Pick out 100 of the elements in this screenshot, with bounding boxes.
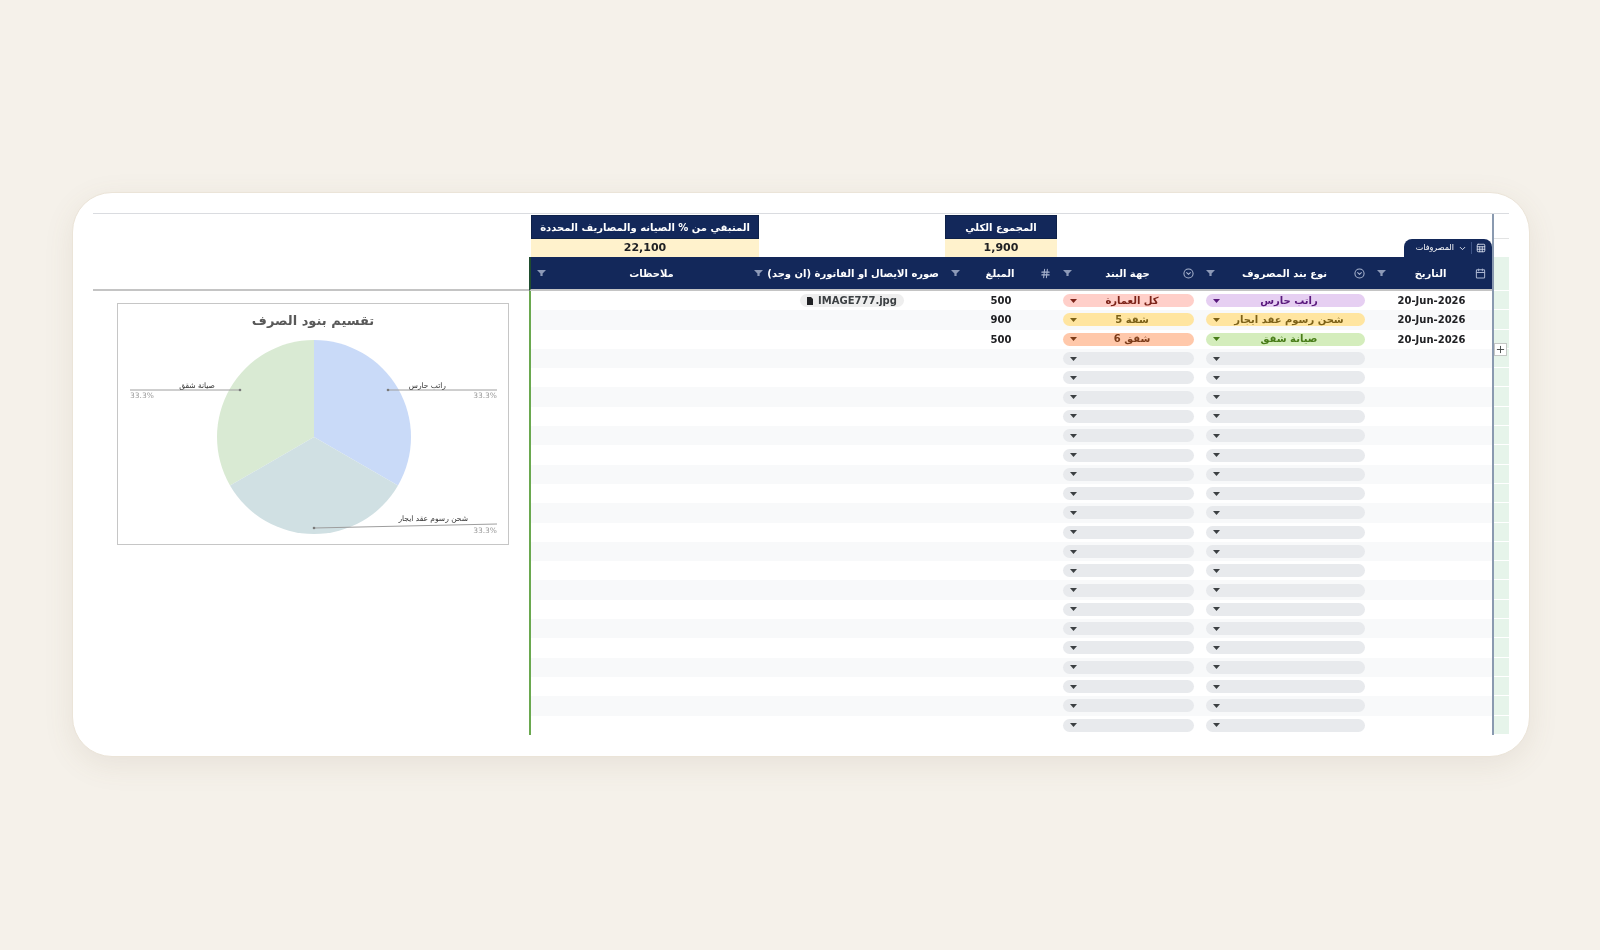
dropdown-chip[interactable] bbox=[1206, 718, 1365, 732]
dropdown-chip[interactable] bbox=[1063, 525, 1194, 539]
chart-title: تقسيم بنود الصرف bbox=[251, 313, 375, 330]
dropdown-chip[interactable] bbox=[1063, 390, 1194, 404]
filter-icon[interactable] bbox=[537, 270, 546, 276]
caret-icon bbox=[1213, 317, 1220, 322]
caret-icon bbox=[1070, 375, 1077, 380]
dropdown-chip[interactable] bbox=[1063, 564, 1194, 578]
dropdown-chip[interactable] bbox=[1063, 371, 1194, 385]
dropdown-chip[interactable] bbox=[1206, 409, 1365, 423]
caret-icon bbox=[1213, 588, 1220, 593]
caret-icon bbox=[1213, 684, 1220, 689]
dropdown-chip[interactable] bbox=[1206, 660, 1365, 674]
sheet-tab[interactable]: المصروفات bbox=[1404, 239, 1492, 257]
dropdown-chip[interactable] bbox=[1063, 699, 1194, 713]
dropdown-chip[interactable]: شحن رسوم عقد ايجار bbox=[1206, 313, 1365, 327]
dropdown-chip[interactable] bbox=[1206, 622, 1365, 636]
amount-text: 500 bbox=[990, 332, 1012, 347]
calendar-icon bbox=[1475, 267, 1486, 279]
dropdown-chip[interactable]: شقة 5 bbox=[1063, 313, 1194, 327]
column-title: ملاحظات bbox=[628, 266, 675, 280]
dropdown-chip[interactable] bbox=[1063, 429, 1194, 443]
dropdown-chip[interactable] bbox=[1063, 660, 1194, 674]
dropdown-chip[interactable] bbox=[1063, 718, 1194, 732]
dropdown-icon bbox=[1183, 267, 1194, 279]
dropdown-chip[interactable] bbox=[1206, 564, 1365, 578]
dropdown-chip[interactable] bbox=[1206, 506, 1365, 520]
caret-icon bbox=[1070, 607, 1077, 612]
dropdown-chip[interactable] bbox=[1206, 699, 1365, 713]
dropdown-chip[interactable] bbox=[1063, 409, 1194, 423]
caret-icon bbox=[1213, 549, 1220, 554]
dropdown-chip[interactable] bbox=[1063, 641, 1194, 655]
caret-icon bbox=[1070, 433, 1077, 438]
caret-icon bbox=[1070, 723, 1077, 728]
filter-icon[interactable] bbox=[1377, 270, 1386, 276]
dropdown-chip[interactable] bbox=[1063, 467, 1194, 481]
date-text: 20-Jun-2026 bbox=[1397, 294, 1466, 309]
caret-icon bbox=[1213, 375, 1220, 380]
dropdown-chip[interactable] bbox=[1206, 429, 1365, 443]
caret-icon bbox=[1213, 626, 1220, 631]
dropdown-chip[interactable] bbox=[1063, 602, 1194, 616]
add-row-button[interactable] bbox=[1494, 343, 1507, 356]
date-text: 20-Jun-2026 bbox=[1397, 313, 1466, 328]
caret-icon bbox=[1070, 472, 1077, 477]
dropdown-chip[interactable] bbox=[1206, 467, 1365, 481]
dropdown-chip[interactable] bbox=[1063, 506, 1194, 520]
hash-icon bbox=[1040, 267, 1051, 279]
caret-icon bbox=[1070, 684, 1077, 689]
file-chip[interactable]: IMAGE777.jpg bbox=[800, 294, 904, 308]
caret-icon bbox=[1213, 414, 1220, 419]
dropdown-chip[interactable] bbox=[1206, 448, 1365, 462]
caret-icon bbox=[1070, 626, 1077, 631]
caret-icon bbox=[1213, 568, 1220, 573]
dropdown-chip[interactable] bbox=[1206, 487, 1365, 501]
filter-icon[interactable] bbox=[754, 270, 764, 276]
caret-icon bbox=[1070, 491, 1077, 496]
dropdown-chip[interactable] bbox=[1063, 448, 1194, 462]
dropdown-chip[interactable] bbox=[1206, 352, 1365, 366]
caret-icon bbox=[1213, 703, 1220, 708]
filter-icon[interactable] bbox=[1063, 270, 1072, 276]
dropdown-chip[interactable] bbox=[1206, 583, 1365, 597]
caret-icon bbox=[1070, 453, 1077, 457]
caret-icon bbox=[1213, 395, 1220, 400]
dropdown-chip[interactable] bbox=[1063, 487, 1194, 501]
dropdown-chip[interactable]: كل العمارة bbox=[1063, 294, 1194, 308]
dropdown-chip[interactable] bbox=[1206, 390, 1365, 404]
dropdown-chip[interactable] bbox=[1206, 641, 1365, 655]
caret-icon bbox=[1070, 298, 1077, 303]
caret-icon bbox=[1070, 337, 1077, 342]
dropdown-chip[interactable] bbox=[1063, 583, 1194, 597]
dropdown-chip[interactable] bbox=[1206, 525, 1365, 539]
caret-icon bbox=[1213, 646, 1220, 650]
caret-icon bbox=[1213, 723, 1220, 728]
caret-icon bbox=[1213, 491, 1220, 496]
dropdown-chip[interactable] bbox=[1206, 680, 1365, 694]
dropdown-chip[interactable] bbox=[1063, 545, 1194, 558]
caret-icon bbox=[1070, 356, 1077, 361]
filter-icon[interactable] bbox=[1206, 270, 1215, 276]
caret-icon bbox=[1213, 453, 1220, 457]
caret-icon bbox=[1213, 607, 1220, 612]
dropdown-chip[interactable] bbox=[1063, 680, 1194, 694]
column-title: المبلغ bbox=[984, 266, 1016, 280]
dropdown-chip[interactable] bbox=[1063, 352, 1194, 366]
table-icon bbox=[1476, 243, 1486, 253]
caret-icon bbox=[1213, 298, 1220, 303]
caret-icon bbox=[1213, 337, 1220, 342]
dropdown-chip[interactable] bbox=[1063, 622, 1194, 636]
dropdown-chip[interactable] bbox=[1206, 602, 1365, 616]
caret-icon bbox=[1213, 530, 1220, 535]
summary-value: 1,900 bbox=[945, 239, 1057, 257]
caret-icon bbox=[1070, 510, 1077, 515]
dropdown-chip[interactable]: راتب حارس bbox=[1206, 294, 1365, 308]
dropdown-chip[interactable] bbox=[1206, 371, 1365, 385]
summary-label: المتبقي من % الصيانه والمصاريف المحددة bbox=[531, 215, 759, 239]
summary-value: 22,100 bbox=[531, 239, 759, 257]
dropdown-chip[interactable] bbox=[1206, 545, 1365, 558]
dropdown-icon bbox=[1354, 267, 1365, 279]
dropdown-chip[interactable]: صيانة شقق bbox=[1206, 332, 1365, 346]
filter-icon[interactable] bbox=[951, 270, 960, 276]
dropdown-chip[interactable]: شقق 6 bbox=[1063, 332, 1194, 346]
